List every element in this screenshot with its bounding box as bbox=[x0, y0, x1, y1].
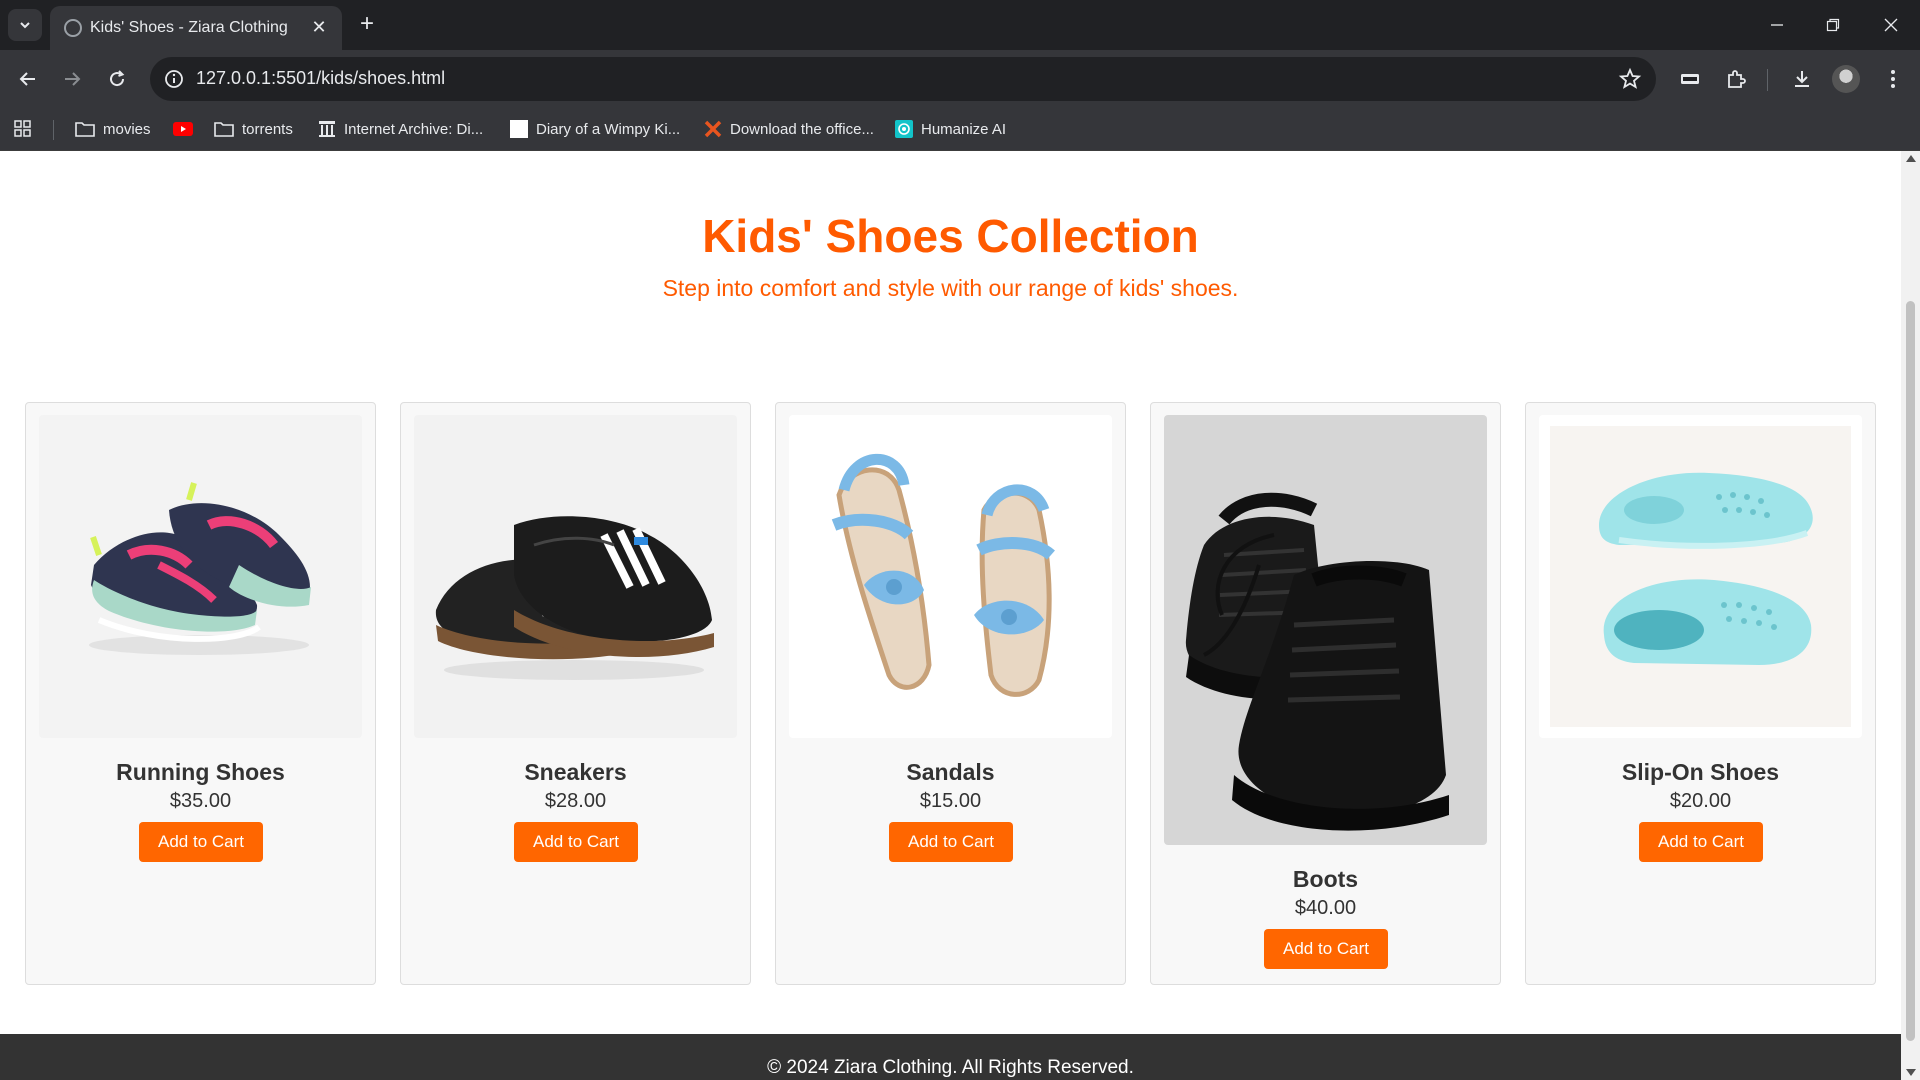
keyboard-icon bbox=[1681, 74, 1699, 84]
add-to-cart-button[interactable]: Add to Cart bbox=[1264, 929, 1388, 969]
site-footer: © 2024 Ziara Clothing. All Rights Reserv… bbox=[0, 1034, 1901, 1080]
bookmark-movies[interactable]: movies bbox=[75, 116, 151, 142]
product-card-sandals: Sandals $15.00 Add to Cart bbox=[775, 402, 1126, 985]
product-name: Sneakers bbox=[524, 759, 627, 785]
bookmark-label: movies bbox=[103, 120, 151, 138]
tab-strip: Kids' Shoes - Ziara Clothing ✕ + bbox=[0, 0, 1920, 50]
bookmark-torrents[interactable]: torrents bbox=[214, 116, 293, 142]
close-tab-icon[interactable]: ✕ bbox=[308, 16, 330, 38]
bookmark-label: Download the office... bbox=[730, 120, 874, 138]
archive-icon bbox=[319, 121, 335, 137]
tab-search-button[interactable] bbox=[8, 9, 42, 41]
folder-icon bbox=[214, 122, 234, 137]
product-price: $40.00 bbox=[1294, 897, 1357, 919]
browser-toolbar: 127.0.0.1:5501/kids/shoes.html bbox=[0, 50, 1920, 108]
close-window-button[interactable] bbox=[1876, 12, 1906, 38]
scroll-down-arrow-icon[interactable] bbox=[1906, 1069, 1916, 1076]
profile-avatar[interactable] bbox=[1832, 65, 1860, 93]
product-card-slip-on-shoes: Slip-On Shoes $20.00 Add to Cart bbox=[1525, 402, 1876, 985]
scroll-up-arrow-icon[interactable] bbox=[1906, 155, 1916, 162]
humanize-icon bbox=[895, 120, 913, 138]
minimize-button[interactable] bbox=[1762, 12, 1792, 38]
product-price: $35.00 bbox=[169, 790, 232, 812]
bookmark-humanize-ai[interactable]: Humanize AI bbox=[895, 116, 1006, 142]
folder-icon bbox=[75, 122, 95, 137]
download-icon bbox=[1795, 71, 1809, 87]
arrow-right-icon bbox=[65, 72, 81, 86]
product-price: $15.00 bbox=[919, 790, 982, 812]
bookmark-label: Internet Archive: Di... bbox=[344, 120, 484, 138]
add-to-cart-button[interactable]: Add to Cart bbox=[514, 822, 638, 862]
product-card-running-shoes: Running Shoes $35.00 Add to Cart bbox=[25, 402, 376, 985]
product-image-sandals bbox=[789, 415, 1112, 738]
close-icon bbox=[1884, 18, 1898, 32]
globe-icon bbox=[64, 19, 82, 37]
menu-button[interactable] bbox=[1878, 64, 1908, 94]
product-grid: Running Shoes $35.00 Add to Cart Sneaker… bbox=[25, 402, 1876, 985]
add-to-cart-button[interactable]: Add to Cart bbox=[139, 822, 263, 862]
info-icon[interactable] bbox=[164, 69, 184, 89]
add-to-cart-button[interactable]: Add to Cart bbox=[889, 822, 1013, 862]
bookmarks-bar: movies torrents Internet Archive: Di... … bbox=[0, 108, 1920, 151]
browser-chrome: Kids' Shoes - Ziara Clothing ✕ + 127.0.0… bbox=[0, 0, 1920, 151]
product-image-running-shoes bbox=[39, 415, 362, 738]
product-name: Sandals bbox=[906, 759, 995, 785]
toolbar-divider bbox=[1767, 69, 1768, 91]
product-name: Running Shoes bbox=[116, 759, 285, 785]
bookmark-download-office[interactable]: Download the office... bbox=[704, 116, 874, 142]
bookmark-label: torrents bbox=[242, 120, 293, 138]
star-icon[interactable] bbox=[1618, 67, 1642, 91]
footer-copyright: © 2024 Ziara Clothing. All Rights Reserv… bbox=[767, 1057, 1134, 1078]
bookmark-label: Diary of a Wimpy Ki... bbox=[536, 120, 681, 138]
product-name: Slip-On Shoes bbox=[1621, 759, 1780, 785]
product-card-boots: Boots $40.00 Add to Cart bbox=[1150, 402, 1501, 985]
more-vert-icon bbox=[1891, 70, 1895, 88]
bookmarks-divider bbox=[53, 120, 54, 140]
apps-button[interactable] bbox=[14, 116, 32, 142]
product-image-boots bbox=[1164, 415, 1487, 845]
youtube-icon bbox=[173, 122, 193, 136]
restore-button[interactable] bbox=[1818, 12, 1848, 38]
url-text[interactable]: 127.0.0.1:5501/kids/shoes.html bbox=[196, 68, 445, 89]
minimize-icon bbox=[1771, 24, 1783, 26]
product-image-sneakers bbox=[414, 415, 737, 738]
product-price: $20.00 bbox=[1669, 790, 1732, 812]
page-scrollbar[interactable] bbox=[1901, 151, 1920, 1080]
bookmark-youtube[interactable] bbox=[173, 116, 193, 142]
reload-icon bbox=[110, 70, 125, 87]
tab-title: Kids' Shoes - Ziara Clothing bbox=[90, 19, 288, 36]
page-title: Kids' Shoes Collection bbox=[702, 210, 1199, 262]
arrow-left-icon bbox=[19, 72, 35, 86]
forward-button[interactable] bbox=[57, 64, 87, 94]
restore-icon bbox=[1826, 18, 1840, 32]
media-button[interactable] bbox=[1675, 64, 1705, 94]
address-bar[interactable]: 127.0.0.1:5501/kids/shoes.html bbox=[150, 57, 1656, 101]
new-tab-button[interactable]: + bbox=[353, 11, 381, 39]
page-content: Kids' Shoes Collection Step into comfort… bbox=[0, 151, 1901, 1080]
downloads-button[interactable] bbox=[1787, 64, 1817, 94]
scrollbar-thumb[interactable] bbox=[1906, 301, 1915, 1041]
chevron-down-icon bbox=[20, 22, 30, 29]
back-button[interactable] bbox=[13, 64, 43, 94]
bookmark-diary-wimpy-kid[interactable]: Diary of a Wimpy Ki... bbox=[510, 116, 680, 142]
extensions-button[interactable] bbox=[1721, 64, 1751, 94]
reload-button[interactable] bbox=[102, 64, 132, 94]
tab-active[interactable]: Kids' Shoes - Ziara Clothing ✕ bbox=[50, 6, 342, 50]
product-image-slip-on-shoes bbox=[1539, 415, 1862, 738]
bookmark-label: Humanize AI bbox=[921, 120, 1007, 138]
x-logo-icon bbox=[704, 120, 722, 138]
apps-grid-icon bbox=[14, 120, 31, 137]
product-card-sneakers: Sneakers $28.00 Add to Cart bbox=[400, 402, 751, 985]
add-to-cart-button[interactable]: Add to Cart bbox=[1639, 822, 1763, 862]
puzzle-icon bbox=[1728, 70, 1746, 88]
product-price: $28.00 bbox=[544, 790, 607, 812]
bookmark-internet-archive[interactable]: Internet Archive: Di... bbox=[318, 116, 483, 142]
product-name: Boots bbox=[1292, 866, 1359, 892]
page-icon bbox=[510, 120, 528, 138]
page-subtitle: Step into comfort and style with our ran… bbox=[662, 275, 1239, 301]
